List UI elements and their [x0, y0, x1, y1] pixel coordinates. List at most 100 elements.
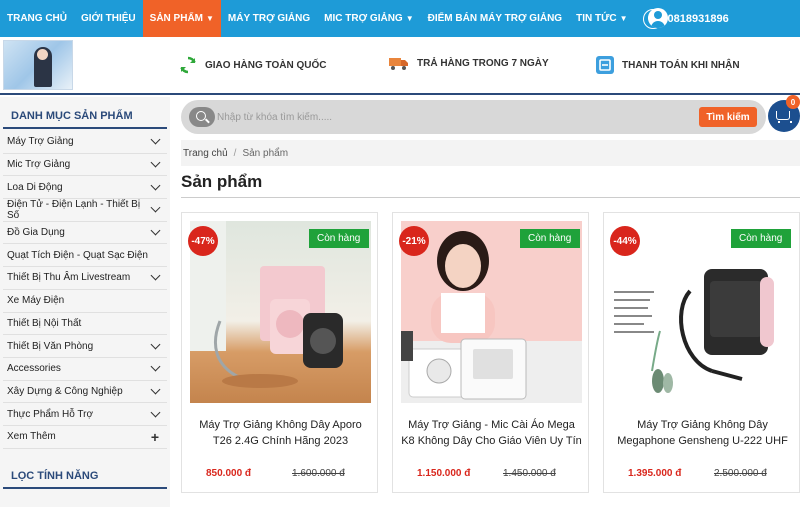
- sidebar-item-teaching-mic[interactable]: Mic Trợ Giảng: [3, 154, 167, 177]
- product-image[interactable]: [612, 221, 793, 403]
- sidebar-item-label: Loa Di Động: [7, 181, 63, 193]
- sidebar-item-label: Xe Máy Điện: [7, 295, 65, 307]
- truck-icon: [388, 55, 410, 71]
- chevron-down-icon[interactable]: [150, 203, 161, 213]
- sidebar-item-office[interactable]: Thiết Bị Văn Phòng: [3, 335, 167, 358]
- chevron-down-icon[interactable]: [150, 271, 161, 281]
- sidebar-item-label: Máy Trợ Giảng: [7, 136, 74, 148]
- nav-item-teaching-amplifier[interactable]: MÁY TRỢ GIẢNG: [221, 0, 317, 37]
- chevron-down-icon[interactable]: [150, 339, 161, 349]
- payment-icon: [595, 55, 615, 75]
- search-input[interactable]: [217, 107, 699, 127]
- product-old-price: 1.600.000 đ: [292, 468, 345, 479]
- sidebar-item-rechargeable-fans[interactable]: Quạt Tích Điện - Quạt Sạc Điện: [3, 244, 167, 268]
- sidebar-item-see-more[interactable]: Xem Thêm +: [3, 426, 167, 449]
- nav-item-about[interactable]: GIỚI THIỆU: [74, 0, 143, 37]
- chevron-down-icon[interactable]: [150, 225, 161, 236]
- product-card[interactable]: -21% Còn hàng Máy Trợ Giảng - Mic Cài Áo…: [392, 212, 589, 493]
- product-card[interactable]: -47% Còn hàng Máy Trợ Giảng Không Dây Ap…: [181, 212, 378, 493]
- stock-badge: Còn hàng: [731, 229, 791, 248]
- sidebar-item-label: Quạt Tích Điện - Quạt Sạc Điện: [7, 249, 148, 261]
- sidebar-item-label: Thiết Bị Nội Thất: [7, 317, 82, 329]
- product-name[interactable]: Máy Trợ Giảng Không Dây Aporo T26 2.4G C…: [190, 417, 371, 449]
- nav-item-teaching-mic[interactable]: MIC TRỢ GIẢNG ▼: [317, 0, 420, 37]
- nav-item-home[interactable]: TRANG CHỦ: [0, 0, 74, 37]
- sidebar-item-label: Điện Tử - Điện Lạnh - Thiết Bị Số: [7, 198, 141, 221]
- category-sidebar: DANH MỤC SẢN PHẨM Máy Trợ Giảng Mic Trợ …: [0, 97, 170, 507]
- nav-item-news[interactable]: TIN TỨC ▼: [569, 0, 634, 37]
- cart-icon: [776, 111, 792, 123]
- product-image[interactable]: [401, 221, 582, 403]
- sidebar-item-label: Thiết Bị Thu Âm Livestream: [7, 272, 131, 284]
- sidebar-item-label: Mic Trợ Giảng: [7, 159, 71, 171]
- sidebar-item-teaching-amplifier[interactable]: Máy Trợ Giảng: [3, 131, 167, 154]
- page-title: Sản phẩm: [181, 172, 263, 191]
- nav-item-label: MIC TRỢ GIẢNG: [324, 13, 403, 24]
- user-account-icon[interactable]: [648, 8, 668, 28]
- nav-item-label: ĐIỂM BÁN MÁY TRỢ GIẢNG: [427, 13, 563, 24]
- title-divider: [181, 197, 800, 198]
- search-bar: Tìm kiếm: [181, 100, 766, 134]
- sidebar-item-label: Xem Thêm: [7, 431, 56, 443]
- sidebar-item-label: Thiết Bị Văn Phòng: [7, 340, 94, 352]
- nav-item-label: TIN TỨC: [576, 13, 617, 24]
- search-button[interactable]: Tìm kiếm: [699, 107, 757, 127]
- stock-badge: Còn hàng: [520, 229, 580, 248]
- breadcrumb-home[interactable]: Trang chủ: [183, 148, 228, 159]
- refresh-icon: [178, 55, 198, 75]
- product-card[interactable]: -44% Còn hàng Máy Trợ Giảng Không Dây Me…: [603, 212, 800, 493]
- sidebar-item-accessories[interactable]: Accessories: [3, 358, 167, 381]
- sidebar-item-electric-bikes[interactable]: Xe Máy Điện: [3, 290, 167, 313]
- breadcrumb-current: Sản phẩm: [242, 147, 289, 159]
- product-price: 1.150.000 đ: [417, 468, 471, 479]
- chevron-down-icon[interactable]: [150, 157, 161, 168]
- chevron-down-icon: ▼: [619, 14, 628, 23]
- cart-count-badge: 0: [786, 95, 800, 109]
- product-price: 850.000 đ: [206, 468, 252, 479]
- breadcrumb-separator: /: [233, 147, 237, 159]
- phone-number: 0818931896: [667, 12, 729, 25]
- feature-cod-payment: THANH TOÁN KHI NHẬN: [595, 55, 740, 75]
- feature-7day-return: TRẢ HÀNG TRONG 7 NGÀY: [388, 55, 549, 71]
- chevron-down-icon[interactable]: [150, 384, 161, 395]
- nav-item-products[interactable]: SẢN PHẨM ▼: [142, 0, 221, 37]
- discount-badge: -21%: [399, 226, 429, 256]
- chevron-down-icon: ▼: [405, 14, 414, 23]
- plus-icon[interactable]: +: [151, 429, 159, 445]
- breadcrumb: Trang chủ / Sản phẩm: [181, 140, 800, 166]
- sidebar-item-food-supplements[interactable]: Thực Phẩm Hỗ Trợ: [3, 403, 167, 426]
- sidebar-item-label: Accessories: [7, 363, 61, 375]
- site-logo[interactable]: [3, 40, 73, 90]
- sidebar-item-label: Thực Phẩm Hỗ Trợ: [7, 408, 94, 420]
- sidebar-item-label: Đồ Gia Dụng: [7, 227, 65, 239]
- product-old-price: 2.500.000 đ: [714, 468, 767, 479]
- product-image[interactable]: [190, 221, 371, 403]
- nav-item-label: TRANG CHỦ: [7, 13, 67, 24]
- sidebar-title: DANH MỤC SẢN PHẨM: [3, 107, 167, 129]
- chevron-down-icon[interactable]: [150, 361, 161, 372]
- chevron-down-icon[interactable]: [150, 134, 161, 145]
- chevron-down-icon[interactable]: [150, 180, 161, 191]
- sidebar-item-furniture[interactable]: Thiết Bị Nội Thất: [3, 313, 167, 336]
- search-icon[interactable]: [189, 107, 215, 127]
- nav-item-label: GIỚI THIỆU: [81, 13, 136, 24]
- nav-item-label: MÁY TRỢ GIẢNG: [227, 13, 311, 24]
- product-price: 1.395.000 đ: [628, 468, 682, 479]
- sidebar-item-construction[interactable]: Xây Dựng & Công Nghiệp: [3, 381, 167, 404]
- nav-item-stores[interactable]: ĐIỂM BÁN MÁY TRỢ GIẢNG: [421, 0, 569, 37]
- sidebar-item-portable-speaker[interactable]: Loa Di Động: [3, 176, 167, 200]
- sidebar-item-livestream-audio[interactable]: Thiết Bị Thu Âm Livestream: [3, 267, 167, 290]
- feature-nationwide-delivery: GIAO HÀNG TOÀN QUỐC: [178, 55, 326, 75]
- chevron-down-icon[interactable]: [150, 407, 161, 418]
- nav-item-label: SẢN PHẨM: [149, 13, 203, 24]
- category-list: Máy Trợ Giảng Mic Trợ Giảng Loa Di Động …: [3, 131, 167, 449]
- product-name[interactable]: Máy Trợ Giảng - Mic Cài Áo Mega K8 Không…: [401, 417, 582, 449]
- discount-badge: -47%: [188, 226, 218, 256]
- sidebar-item-household[interactable]: Đồ Gia Dụng: [3, 222, 167, 245]
- product-old-price: 1.450.000 đ: [503, 468, 556, 479]
- stock-badge: Còn hàng: [309, 229, 369, 248]
- sidebar-item-electronics[interactable]: Điện Tử - Điện Lạnh - Thiết Bị Số: [3, 199, 167, 222]
- logo-person-face: [37, 49, 48, 60]
- feature-label: THANH TOÁN KHI NHẬN: [622, 59, 740, 71]
- product-name[interactable]: Máy Trợ Giảng Không Dây Megaphone Genshe…: [612, 417, 793, 449]
